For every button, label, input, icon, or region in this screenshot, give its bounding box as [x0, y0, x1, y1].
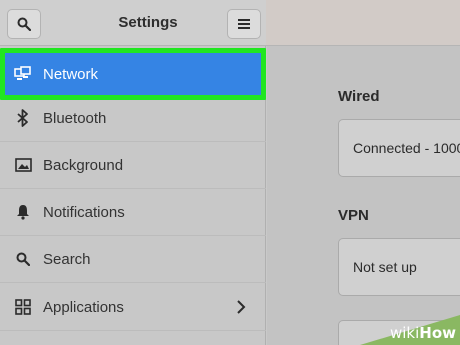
sidebar-item-label: Network: [43, 65, 99, 83]
window-title: Settings: [118, 14, 178, 31]
vpn-status-row[interactable]: Not set up: [338, 238, 460, 296]
network-icon: [14, 65, 32, 83]
sidebar-item-search[interactable]: Search: [0, 236, 266, 283]
watermark-text: wikiHow: [390, 324, 456, 342]
sidebar-item-label: Bluetooth: [43, 109, 107, 127]
search-icon: [17, 17, 31, 31]
chevron-right-icon: [232, 298, 250, 316]
sidebar-item-background[interactable]: Background: [0, 142, 266, 189]
sidebar-item-notifications[interactable]: Notifications: [0, 189, 266, 236]
sidebar: Network Bluetooth Background Notificatio…: [0, 46, 266, 345]
hamburger-menu-icon: [238, 19, 250, 29]
sidebar-item-network[interactable]: Network: [0, 48, 266, 100]
content-headerbar: [266, 0, 460, 46]
search-icon: [14, 250, 32, 268]
wired-connection-row[interactable]: Connected - 1000: [338, 119, 460, 177]
watermark-wiki: wiki: [389, 324, 420, 342]
sidebar-item-label: Applications: [43, 298, 124, 316]
sidebar-item-bluetooth[interactable]: Bluetooth: [0, 95, 266, 142]
image-icon: [14, 156, 32, 174]
bluetooth-icon: [14, 109, 32, 127]
vpn-status: Not set up: [353, 259, 417, 275]
watermark-how: How: [419, 324, 456, 342]
wikihow-watermark: wikiHow: [360, 315, 460, 345]
sidebar-item-label: Notifications: [43, 203, 125, 221]
sidebar-item-label: Background: [43, 156, 124, 174]
wired-status: Connected - 1000: [353, 140, 460, 156]
grid-icon: [14, 298, 32, 316]
sidebar-item-label: Search: [43, 250, 91, 268]
vpn-section-title: VPN: [338, 207, 369, 224]
bell-icon: [14, 203, 32, 221]
headerbar: Settings: [0, 0, 266, 46]
wired-section-title: Wired: [338, 88, 380, 105]
search-button[interactable]: [7, 9, 41, 39]
menu-button[interactable]: [227, 9, 261, 39]
sidebar-item-applications[interactable]: Applications: [0, 284, 266, 331]
